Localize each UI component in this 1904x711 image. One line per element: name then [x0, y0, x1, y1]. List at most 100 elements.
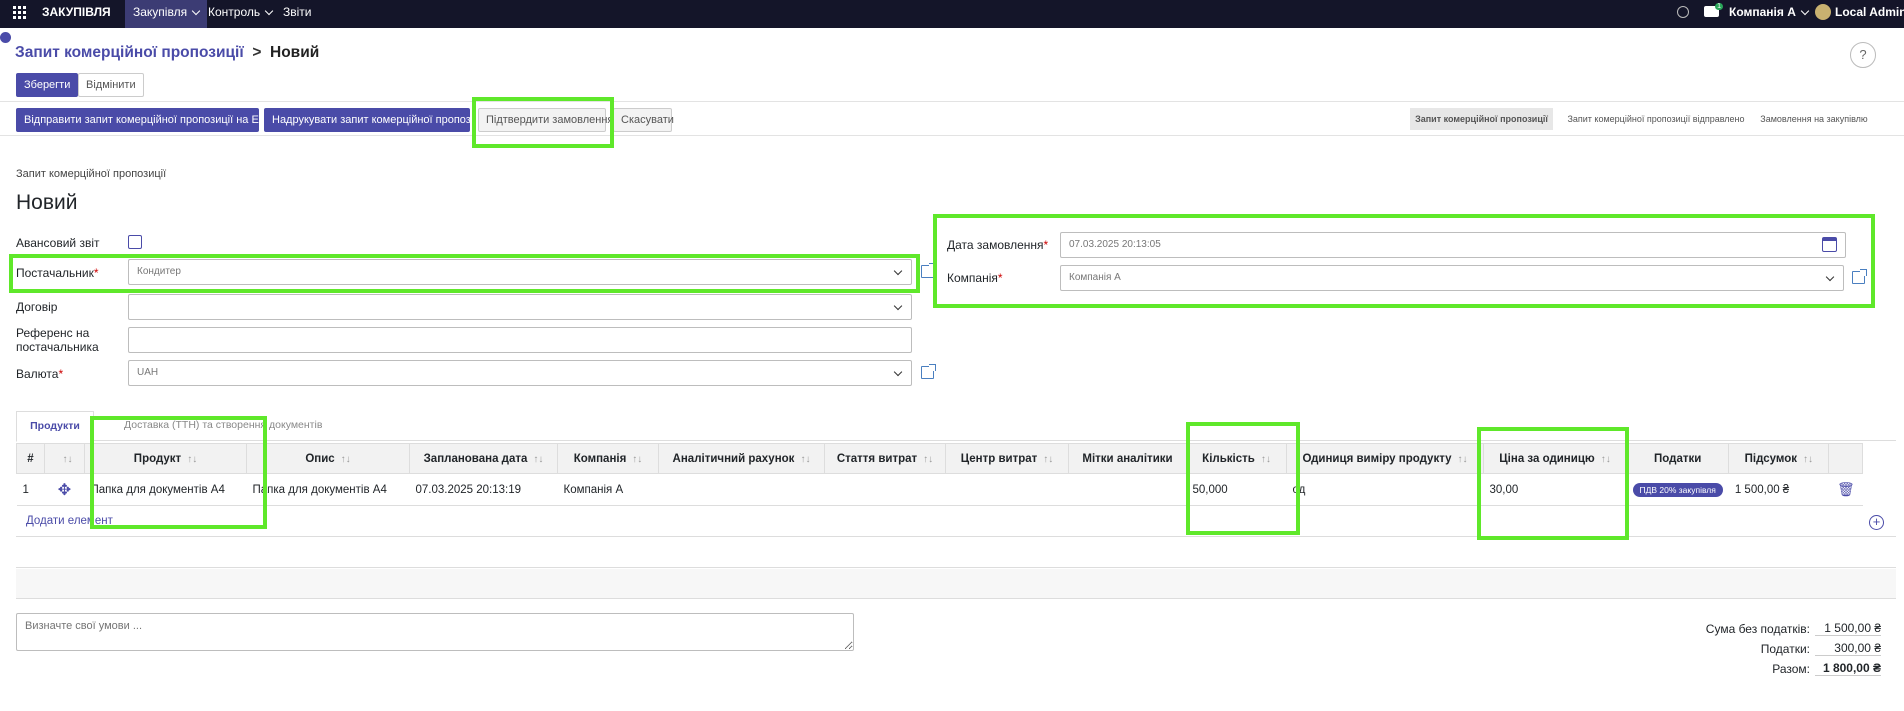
sort-icon: ↑↓ [1457, 453, 1468, 465]
highlight-date-company [933, 214, 1875, 308]
sort-icon: ↑↓ [1043, 453, 1054, 465]
col-analytic-account[interactable]: Аналітичний рахунок ↑↓ [658, 443, 825, 474]
add-circle-icon[interactable]: + [1869, 515, 1884, 530]
chat-icon[interactable]: 1 [1704, 3, 1723, 17]
sort-icon: ↑↓ [62, 453, 73, 465]
terms-textarea[interactable] [16, 613, 854, 651]
chevron-down-icon [893, 367, 903, 377]
sort-icon: ↑↓ [340, 453, 351, 465]
advance-report-checkbox[interactable] [128, 235, 142, 249]
table-footer [16, 569, 1896, 599]
menu-control[interactable]: Контроль [208, 0, 274, 28]
contract-select[interactable] [128, 294, 912, 320]
cell-subtotal: 1 500,00 ₴ [1728, 473, 1829, 506]
help-button[interactable]: ? [1850, 42, 1876, 68]
status-step-rfq-sent[interactable]: Запит комерційної пропозиції відправлено [1567, 108, 1745, 130]
col-analytic-account-label: Аналітичний рахунок [672, 452, 795, 465]
clock-icon[interactable] [1677, 6, 1689, 18]
highlight-vendor-field [9, 254, 920, 293]
row-number: 1 [16, 473, 45, 506]
menu-purchase[interactable]: Закупівля [125, 0, 208, 28]
highlight-confirm-button [472, 97, 614, 148]
status-step-rfq[interactable]: Запит комерційної пропозиції [1410, 108, 1553, 130]
chevron-down-icon [893, 301, 903, 311]
advance-report-label: Авансовий звіт [16, 236, 100, 250]
divider [0, 101, 1904, 102]
cell-taxes[interactable]: ПДВ 20% закупівля [1626, 473, 1729, 506]
col-subtotal-label: Підсумок [1744, 452, 1798, 465]
col-company-label: Компанія [573, 452, 627, 465]
col-company[interactable]: Компанія ↑↓ [557, 443, 659, 474]
vendor-reference-label: Референс на постачальника [16, 326, 99, 355]
sidebar-toggle-icon[interactable] [0, 32, 11, 43]
cancel-button[interactable]: Скасувати [613, 108, 674, 132]
currency-value: UAH [137, 367, 159, 378]
col-subtotal[interactable]: Підсумок ↑↓ [1728, 443, 1830, 474]
external-link-icon[interactable] [921, 364, 936, 379]
cell-uom[interactable]: од [1286, 473, 1484, 506]
save-button[interactable]: Зберегти [16, 73, 79, 97]
company-switcher[interactable]: Компанія А [1729, 0, 1810, 28]
sort-icon: ↑↓ [800, 453, 811, 465]
sort-icon: ↑↓ [923, 453, 934, 465]
cell-analytic-account[interactable] [658, 473, 825, 506]
chevron-down-icon [1800, 6, 1810, 16]
taxes-value: 300,00 ₴ [1815, 641, 1881, 656]
empty-row [16, 538, 1896, 568]
menu-control-label: Контроль [208, 5, 261, 19]
chevron-down-icon [191, 6, 201, 16]
col-scheduled-date-label: Запланована дата [423, 452, 528, 465]
drag-handle-icon[interactable]: ✥ [44, 473, 85, 506]
col-description[interactable]: Опис ↑↓ [246, 443, 410, 474]
tab-products[interactable]: Продукти [16, 411, 94, 442]
untaxed-label: Сума без податків: [1705, 622, 1810, 636]
col-description-label: Опис [305, 452, 335, 465]
user-avatar[interactable] [1815, 4, 1831, 20]
company-switcher-label: Компанія А [1729, 5, 1796, 19]
divider [0, 135, 1904, 136]
col-uom-label: Одиниця виміру продукту [1302, 452, 1452, 465]
cell-cost-center[interactable] [945, 473, 1069, 506]
col-expense-item[interactable]: Стаття витрат ↑↓ [824, 443, 946, 474]
highlight-quantity-column [1186, 422, 1300, 535]
col-cost-center-label: Центр витрат [960, 452, 1038, 465]
document-type: Запит комерційної пропозиції [16, 168, 167, 180]
highlight-price-column [1477, 427, 1629, 540]
sort-icon: ↑↓ [533, 453, 544, 465]
trash-icon[interactable]: 🗑 [1828, 473, 1863, 506]
cell-expense-item[interactable] [824, 473, 946, 506]
col-uom[interactable]: Одиниця виміру продукту ↑↓ [1286, 443, 1484, 474]
tax-badge[interactable]: ПДВ 20% закупівля [1632, 482, 1723, 497]
col-cost-center[interactable]: Центр витрат ↑↓ [945, 443, 1069, 474]
col-analytic-tags[interactable]: Мітки аналітики [1068, 443, 1187, 474]
total-label: Разом: [1772, 662, 1810, 676]
breadcrumb: Запит комерційної пропозиції > Новий [15, 44, 319, 62]
cell-scheduled-date[interactable]: 07.03.2025 20:13:19 [409, 473, 558, 506]
currency-select[interactable]: UAH [128, 360, 912, 386]
user-name[interactable]: Local Admin [1835, 0, 1904, 28]
discard-button[interactable]: Відмінити [78, 73, 144, 97]
apps-grid-icon[interactable] [13, 6, 26, 19]
untaxed-value: 1 500,00 ₴ [1815, 621, 1881, 636]
col-number: # [16, 443, 45, 474]
status-step-purchase-order[interactable]: Замовлення на закупівлю [1754, 108, 1874, 130]
send-email-button[interactable]: Відправити запит комерційної пропозиції … [16, 108, 279, 132]
print-button[interactable]: Надрукувати запит комерційної пропозиції [264, 108, 489, 132]
document-title: Новий [16, 191, 78, 214]
app-name[interactable]: ЗАКУПІВЛЯ [42, 0, 111, 28]
top-navbar: ЗАКУПІВЛЯ Закупівля Контроль Звіти 1 Ком… [0, 0, 1904, 28]
highlight-product-column [90, 416, 267, 529]
messages-count-badge: 1 [1715, 3, 1723, 10]
currency-label: Валюта* [16, 367, 64, 381]
menu-reports[interactable]: Звіти [283, 0, 312, 28]
cell-description[interactable]: Папка для документів А4 [246, 473, 410, 506]
menu-purchase-label: Закупівля [133, 5, 188, 19]
col-scheduled-date[interactable]: Запланована дата ↑↓ [409, 443, 558, 474]
cell-analytic-tags[interactable] [1068, 473, 1187, 506]
breadcrumb-separator-icon: > [248, 44, 266, 61]
cell-company[interactable]: Компанія А [557, 473, 659, 506]
vendor-reference-input[interactable] [128, 327, 912, 353]
breadcrumb-parent[interactable]: Запит комерційної пропозиції [15, 44, 244, 61]
col-expense-item-label: Стаття витрат [836, 452, 918, 465]
col-handle[interactable]: ↑↓ [44, 443, 85, 474]
